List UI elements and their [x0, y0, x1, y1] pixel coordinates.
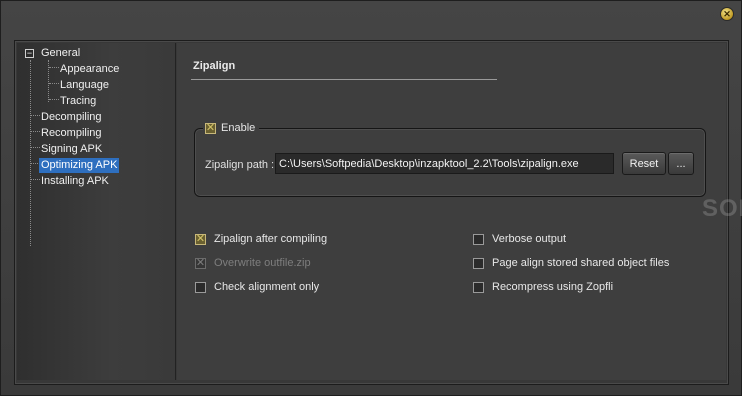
reset-button[interactable]: Reset [622, 152, 666, 175]
tree-item-appearance[interactable]: Appearance [60, 62, 119, 77]
checkbox-unchecked-icon[interactable] [473, 257, 484, 269]
content-panel: Zipalign ✕ Enable Zipalign path : Reset … [177, 43, 742, 380]
check-alignment-only-checkbox[interactable]: Check alignment only [195, 281, 319, 293]
settings-window: ✕ − General Appearance Language Tracing … [0, 0, 742, 396]
tree-guide-line [49, 67, 59, 68]
check-alignment-only-label: Check alignment only [214, 281, 320, 293]
section-title: Zipalign [193, 60, 236, 72]
tree-guide-line [31, 179, 40, 180]
checkbox-checked-icon: ✕ [195, 256, 206, 269]
page-align-label: Page align stored shared object files [492, 257, 670, 269]
recompress-zopfli-checkbox[interactable]: Recompress using Zopfli [473, 281, 613, 293]
tree-guide-line [49, 99, 59, 100]
close-button[interactable]: ✕ [720, 7, 734, 21]
watermark: SOFTPEDIA [702, 195, 742, 222]
page-align-checkbox[interactable]: Page align stored shared object files [473, 257, 669, 269]
tree-item-recompiling[interactable]: Recompiling [41, 126, 102, 141]
zipalign-after-compiling-label: Zipalign after compiling [214, 233, 328, 245]
tree-guide-line [31, 131, 40, 132]
tree-item-optimizing-apk[interactable]: Optimizing APK [39, 158, 120, 173]
collapse-icon[interactable]: − [25, 49, 34, 58]
enable-checkbox[interactable]: ✕ Enable [203, 120, 260, 136]
overwrite-outfile-checkbox: ✕ Overwrite outfile.zip [195, 257, 311, 269]
zipalign-after-compiling-checkbox[interactable]: ✕ Zipalign after compiling [195, 233, 327, 245]
settings-frame: − General Appearance Language Tracing De… [14, 40, 742, 385]
zipalign-path-label: Zipalign path : [205, 159, 275, 171]
settings-tree: − General Appearance Language Tracing De… [17, 43, 176, 380]
checkbox-unchecked-icon[interactable] [473, 281, 484, 293]
close-icon: ✕ [723, 8, 731, 19]
enable-label: Enable [221, 122, 256, 134]
tree-item-language[interactable]: Language [60, 78, 109, 93]
zipalign-path-input[interactable] [275, 153, 614, 174]
checkbox-checked-icon[interactable]: ✕ [195, 233, 206, 245]
tree-item-decompiling[interactable]: Decompiling [41, 110, 102, 125]
overwrite-outfile-label: Overwrite outfile.zip [214, 257, 311, 269]
browse-button[interactable]: ... [668, 152, 694, 175]
tree-item-tracing[interactable]: Tracing [60, 94, 96, 109]
verbose-output-checkbox[interactable]: Verbose output [473, 233, 566, 245]
tree-guide-line [31, 147, 40, 148]
checkbox-checked-icon[interactable]: ✕ [205, 122, 216, 134]
checkbox-unchecked-icon[interactable] [473, 233, 484, 245]
verbose-output-label: Verbose output [492, 233, 567, 245]
tree-guide-line [31, 115, 40, 116]
tree-guide-line [49, 83, 59, 84]
checkbox-unchecked-icon[interactable] [195, 281, 206, 293]
section-divider [191, 79, 497, 80]
tree-guide-line [30, 60, 31, 246]
tree-item-installing-apk[interactable]: Installing APK [41, 174, 109, 189]
tree-item-general[interactable]: General [41, 46, 80, 61]
recompress-zopfli-label: Recompress using Zopfli [492, 281, 614, 293]
tree-item-signing-apk[interactable]: Signing APK [41, 142, 102, 157]
